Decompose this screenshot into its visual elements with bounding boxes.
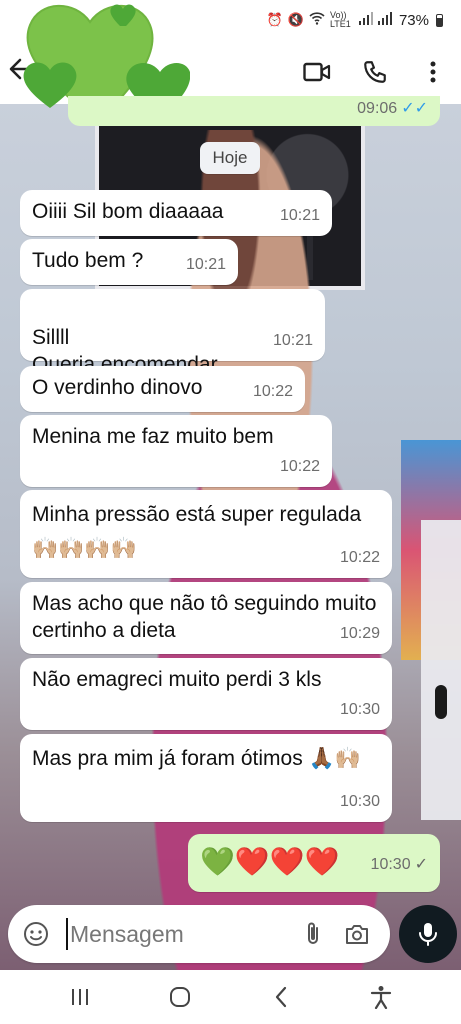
wifi-icon [309, 12, 325, 28]
video-call-icon[interactable] [303, 58, 331, 86]
back-icon[interactable] [261, 977, 301, 1017]
message-time: 10:30 [339, 793, 380, 810]
message-text: Minha pressão está super regulada 🙌🏼🙌🏼🙌🏼… [32, 503, 362, 560]
signal-icon-2 [377, 12, 392, 28]
wallpaper-dot [435, 685, 447, 719]
message-time: 10:22 [252, 383, 293, 400]
message-bubble-incoming[interactable]: Não emagreci muito perdi 3 kls 10:30 [20, 658, 392, 730]
message-time: 09:06 ✓✓ [357, 100, 428, 117]
delivered-tick-icon: ✓ [414, 856, 428, 873]
microphone-icon [419, 923, 437, 946]
message-time: 10:21 [272, 332, 313, 349]
sticker-emoji-icon[interactable] [14, 912, 58, 956]
message-time: 10:29 [339, 625, 380, 642]
message-bubble-incoming[interactable]: Minha pressão está super regulada 🙌🏼🙌🏼🙌🏼… [20, 490, 392, 578]
whatsapp-chat-screen: ⏰ 🔇 Vo)) LTE1 73% 09:06 ✓✓ Hoje Oiiii Si… [0, 0, 461, 1024]
battery-percent: 73% [398, 11, 429, 29]
date-separator: Hoje [200, 142, 260, 174]
header-actions [303, 58, 447, 86]
network-label: Vo)) LTE1 [329, 10, 351, 29]
message-bubble-incoming[interactable]: Menina me faz muito bem 10:22 [20, 415, 332, 487]
message-time: 10:22 [339, 549, 380, 566]
message-bubble-incoming[interactable]: Oiiii Sil bom diaaaaa 10:21 [20, 190, 332, 236]
camera-icon[interactable] [335, 912, 379, 956]
home-icon[interactable] [160, 977, 200, 1017]
message-time: 10:22 [279, 458, 320, 475]
microphone-button[interactable] [399, 905, 457, 963]
accessibility-icon[interactable] [361, 977, 401, 1017]
message-text: Oiiii Sil bom diaaaaa [32, 200, 224, 223]
message-bubble-outgoing[interactable]: 💚❤️❤️❤️ 10:30 ✓ [188, 834, 440, 892]
message-bubble-incoming[interactable]: Mas acho que não tô seguindo muito certi… [20, 582, 392, 654]
signal-icon-1 [358, 12, 373, 28]
battery-icon [436, 13, 443, 27]
message-text: Mas acho que não tô seguindo muito certi… [32, 592, 377, 642]
message-bubble-incoming[interactable]: Sillll Queria encomendar 10:21 [20, 289, 325, 376]
wallpaper-board [421, 520, 461, 820]
message-input[interactable] [66, 918, 291, 950]
message-text: Mas pra mim já foram ótimos 🙏🏾🙌🏼 [32, 747, 361, 770]
message-time: 10:21 [279, 207, 320, 224]
message-bubble-incoming[interactable]: O verdinho dinovo 10:22 [20, 366, 305, 412]
read-receipt-icon: ✓✓ [401, 100, 428, 117]
more-options-icon[interactable] [419, 58, 447, 86]
attach-icon[interactable] [291, 912, 335, 956]
message-text: Não emagreci muito perdi 3 kls [32, 668, 322, 691]
message-bubble-incoming[interactable]: Mas pra mim já foram ótimos 🙏🏾🙌🏼 10:30 [20, 734, 392, 822]
status-icons: ⏰ 🔇 Vo)) LTE1 73% [267, 11, 443, 29]
message-text: Menina me faz muito bem [32, 425, 274, 448]
message-composer [8, 905, 390, 963]
message-time: 10:21 [185, 256, 226, 273]
message-time: 10:30 ✓ [370, 856, 428, 873]
previous-outgoing-bubble[interactable]: 09:06 ✓✓ [68, 96, 440, 126]
phone-icon[interactable] [361, 58, 389, 86]
mute-icon: 🔇 [287, 12, 304, 27]
system-nav-bar [0, 970, 461, 1024]
recent-apps-icon[interactable] [60, 977, 100, 1017]
alarm-icon: ⏰ [266, 12, 283, 27]
message-bubble-incoming[interactable]: Tudo bem ? 10:21 [20, 239, 238, 285]
message-time: 10:30 [339, 701, 380, 718]
